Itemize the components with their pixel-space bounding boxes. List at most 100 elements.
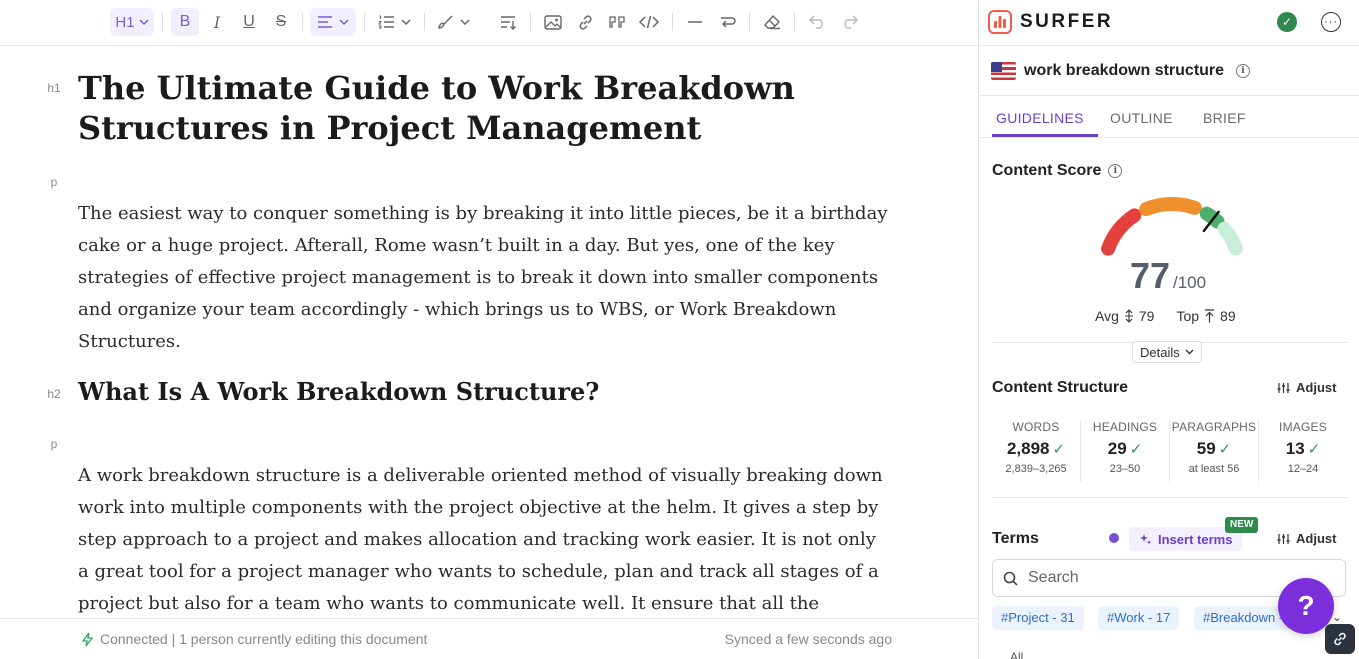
check-circle-icon[interactable]: ✓	[1277, 12, 1297, 32]
italic-icon: I	[213, 12, 221, 32]
tab-outline[interactable]: OUTLINE	[1110, 110, 1173, 126]
content-score-gauge	[1101, 196, 1243, 256]
details-button[interactable]: Details	[1132, 341, 1202, 363]
insert-link-button[interactable]	[571, 8, 599, 36]
heading-dropdown[interactable]: H1	[110, 8, 154, 36]
us-flag-icon	[991, 62, 1016, 80]
redo-button[interactable]	[835, 8, 863, 36]
filter-tab-all[interactable]: All	[1010, 650, 1023, 659]
insert-image-button[interactable]	[539, 8, 567, 36]
document-body[interactable]: h1 The Ultimate Guide to Work Breakdown …	[0, 46, 978, 618]
section-paragraph[interactable]: A work breakdown structure is a delivera…	[78, 460, 888, 618]
info-icon[interactable]: i	[1108, 164, 1123, 178]
term-filter-tabs: All	[1010, 650, 1023, 659]
search-icon	[1003, 571, 1018, 586]
avg-score: Avg 79	[1095, 308, 1154, 324]
terms-adjust-button[interactable]: Adjust	[1277, 531, 1336, 546]
content-score-value: 77	[1130, 255, 1171, 296]
top-value: 89	[1220, 308, 1236, 324]
keyword-row: work breakdown structure i	[980, 47, 1359, 96]
sliders-icon	[1277, 382, 1290, 393]
code-button[interactable]	[635, 8, 663, 36]
bolt-icon	[82, 632, 94, 646]
chevron-down-icon	[400, 19, 411, 25]
chevron-down-icon[interactable]: ⌄	[1332, 610, 1342, 624]
bold-icon: B	[179, 13, 191, 30]
quote-button[interactable]	[603, 8, 631, 36]
editor-pane: H1 B I U S h1 The Ultimate Guide to Work…	[0, 0, 979, 659]
clear-format-button[interactable]	[758, 8, 786, 36]
link-icon	[1334, 632, 1346, 646]
sliders-icon	[1277, 533, 1290, 544]
align-dropdown[interactable]	[310, 8, 356, 36]
list-dropdown[interactable]	[372, 8, 416, 36]
surfer-logo-icon	[988, 10, 1012, 34]
chevron-down-icon	[460, 19, 470, 25]
structure-value: 59	[1196, 439, 1216, 458]
tab-brief[interactable]: BRIEF	[1203, 110, 1246, 126]
quote-icon	[608, 15, 625, 28]
content-score-header: Content Score i	[992, 162, 1123, 180]
highlight-dropdown[interactable]	[432, 8, 476, 36]
structure-range: 12–24	[1287, 463, 1319, 475]
avg-value: 79	[1138, 308, 1155, 324]
line-break-icon	[720, 16, 736, 28]
sparkle-icon	[1140, 533, 1152, 544]
tab-guidelines[interactable]: GUIDELINES	[996, 110, 1084, 126]
undo-button[interactable]	[803, 8, 831, 36]
document-title[interactable]: The Ultimate Guide to Work Breakdown Str…	[78, 68, 798, 148]
status-bar: Connected | 1 person currently editing t…	[0, 618, 978, 659]
panel-header: SURFER ✓ ···	[980, 0, 1359, 46]
text-wrap-icon	[500, 15, 516, 30]
gauge-segment-orange	[1139, 196, 1202, 217]
keyword-text: work breakdown structure	[1024, 62, 1225, 79]
content-structure-grid: WORDS 2,898 ✓ 2,839–3,265 HEADINGS 29 ✓ 23…	[992, 420, 1347, 482]
structure-paragraphs: PARAGRAPHS 59 ✓ at least 56	[1170, 420, 1259, 482]
chevron-down-icon	[139, 19, 149, 25]
structure-range: at least 56	[1188, 463, 1240, 475]
term-chip[interactable]: #Work - 17	[1098, 606, 1180, 630]
structure-label: IMAGES	[1279, 420, 1327, 434]
structure-value: 2,898	[1006, 439, 1050, 458]
horizontal-rule-button[interactable]	[681, 8, 709, 36]
bold-button[interactable]: B	[171, 8, 199, 36]
chevron-down-icon	[339, 19, 349, 25]
gauge-segment-red	[1101, 208, 1142, 256]
avg-label: Avg	[1095, 308, 1119, 324]
insert-terms-label: Insert terms	[1158, 531, 1233, 547]
block-tag-h1: h1	[47, 81, 61, 95]
term-chip[interactable]: #Project - 31	[992, 606, 1084, 630]
structure-adjust-button[interactable]: Adjust	[1277, 380, 1336, 395]
italic-button[interactable]: I	[203, 8, 231, 36]
score-benchmarks: Avg 79 Top 89	[1095, 308, 1236, 324]
align-left-icon	[318, 16, 332, 28]
surfer-logo: SURFER	[988, 10, 1113, 34]
chevron-down-icon	[1185, 349, 1194, 355]
search-input[interactable]	[1028, 569, 1278, 587]
connection-text: Connected | 1 person currently editing t…	[100, 631, 428, 647]
structure-words: WORDS 2,898 ✓ 2,839–3,265	[992, 420, 1081, 482]
content-structure-title: Content Structure	[992, 379, 1128, 396]
format-button[interactable]	[494, 8, 522, 36]
extension-button[interactable]	[1325, 624, 1355, 654]
link-icon	[578, 14, 592, 30]
strikethrough-icon: S	[275, 13, 287, 30]
check-icon: ✓	[1218, 441, 1232, 458]
new-badge: NEW	[1225, 517, 1259, 533]
eraser-icon	[763, 14, 780, 30]
undo-icon	[808, 15, 823, 29]
sync-status: Synced a few seconds ago	[724, 631, 892, 647]
block-tag-h2: h2	[47, 387, 61, 401]
structure-label: HEADINGS	[1092, 420, 1158, 434]
panel-tabs: GUIDELINES OUTLINE BRIEF	[980, 97, 1359, 138]
top-score: Top 89	[1176, 308, 1235, 324]
more-icon[interactable]: ···	[1321, 12, 1341, 32]
line-break-button[interactable]	[713, 8, 741, 36]
strikethrough-button[interactable]: S	[267, 8, 295, 36]
underline-button[interactable]: U	[235, 8, 263, 36]
info-icon[interactable]: i	[1236, 64, 1250, 78]
block-tag-p: p	[50, 175, 58, 189]
section-heading[interactable]: What Is A Work Breakdown Structure?	[78, 376, 798, 408]
intro-paragraph[interactable]: The easiest way to conquer something is …	[78, 198, 888, 358]
structure-label: PARAGRAPHS	[1171, 420, 1257, 434]
